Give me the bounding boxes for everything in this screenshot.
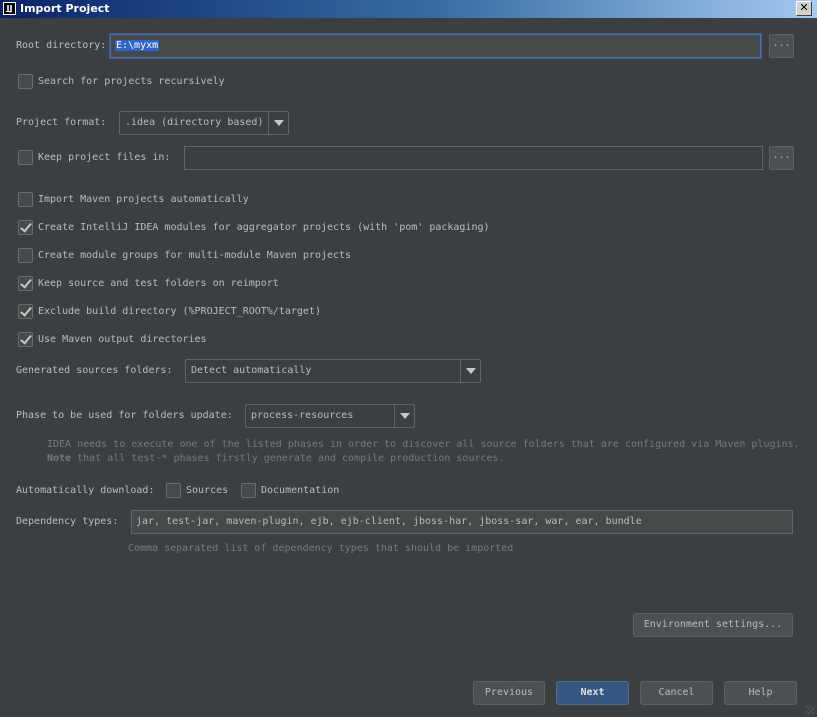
download-sources-label: Sources xyxy=(186,485,229,496)
create-module-groups-label: Create module groups for multi-module Ma… xyxy=(38,250,352,261)
chevron-down-icon[interactable] xyxy=(394,405,414,427)
search-recursive-checkbox[interactable] xyxy=(18,74,33,89)
keep-source-folders-checkbox[interactable] xyxy=(18,276,33,291)
next-button[interactable]: Next xyxy=(556,681,629,705)
previous-button[interactable]: Previous xyxy=(473,681,545,705)
generated-sources-value: Detect automatically xyxy=(191,365,312,376)
phase-combo[interactable]: process-resources xyxy=(245,404,415,428)
root-directory-value: E:\myxm xyxy=(115,40,160,51)
import-project-dialog: IJ Import Project ✕ Root directory: E:\m… xyxy=(0,0,817,717)
auto-download-label: Automatically download: xyxy=(16,485,155,496)
phase-hint-line1: IDEA needs to execute one of the listed … xyxy=(47,439,800,450)
dependency-types-input[interactable]: jar, test-jar, maven-plugin, ejb, ejb-cl… xyxy=(131,510,793,534)
project-format-label: Project format: xyxy=(16,117,107,128)
root-directory-input[interactable]: E:\myxm xyxy=(110,34,761,58)
download-documentation-checkbox[interactable] xyxy=(241,483,256,498)
project-format-value: .idea (directory based) xyxy=(125,117,264,128)
use-maven-output-checkbox[interactable] xyxy=(18,332,33,347)
keep-source-folders-label: Keep source and test folders on reimport xyxy=(38,278,279,289)
cancel-button[interactable]: Cancel xyxy=(640,681,713,705)
exclude-build-directory-checkbox[interactable] xyxy=(18,304,33,319)
keep-project-files-input[interactable] xyxy=(184,146,763,170)
download-documentation-label: Documentation xyxy=(261,485,340,496)
root-directory-label: Root directory: xyxy=(16,40,107,51)
close-icon[interactable]: ✕ xyxy=(796,1,812,16)
create-module-groups-checkbox[interactable] xyxy=(18,248,33,263)
keep-project-files-label: Keep project files in: xyxy=(38,152,171,163)
environment-settings-button[interactable]: Environment settings... xyxy=(633,613,793,637)
create-aggregator-modules-checkbox[interactable] xyxy=(18,220,33,235)
chevron-down-icon[interactable] xyxy=(460,360,480,382)
generated-sources-combo[interactable]: Detect automatically xyxy=(185,359,481,383)
generated-sources-label: Generated sources folders: xyxy=(16,365,173,376)
search-recursive-label: Search for projects recursively xyxy=(38,76,225,87)
import-maven-auto-label: Import Maven projects automatically xyxy=(38,194,249,205)
dependency-types-label: Dependency types: xyxy=(16,516,119,527)
root-directory-browse-button[interactable]: ... xyxy=(769,34,794,58)
window-title: Import Project xyxy=(20,2,110,15)
phase-value: process-resources xyxy=(251,410,354,421)
intellij-app-icon: IJ xyxy=(3,2,16,15)
phase-label: Phase to be used for folders update: xyxy=(16,410,233,421)
import-maven-auto-checkbox[interactable] xyxy=(18,192,33,207)
use-maven-output-label: Use Maven output directories xyxy=(38,334,207,345)
help-button[interactable]: Help xyxy=(724,681,797,705)
keep-project-files-checkbox[interactable] xyxy=(18,150,33,165)
download-sources-checkbox[interactable] xyxy=(166,483,181,498)
phase-hint-text: that all test-* phases firstly generate … xyxy=(71,453,505,464)
keep-project-files-browse-button[interactable]: ... xyxy=(769,146,794,170)
phase-hint-line2: Note that all test-* phases firstly gene… xyxy=(47,452,505,466)
exclude-build-directory-label: Exclude build directory (%PROJECT_ROOT%/… xyxy=(38,306,321,317)
create-aggregator-modules-label: Create IntelliJ IDEA modules for aggrega… xyxy=(38,222,490,233)
title-bar[interactable]: IJ Import Project ✕ xyxy=(0,0,817,18)
resize-grip-icon[interactable] xyxy=(805,705,815,715)
project-format-combo[interactable]: .idea (directory based) xyxy=(119,111,289,135)
chevron-down-icon[interactable] xyxy=(268,112,288,134)
dependency-types-hint: Comma separated list of dependency types… xyxy=(128,543,514,554)
phase-hint-note: Note xyxy=(47,453,72,464)
